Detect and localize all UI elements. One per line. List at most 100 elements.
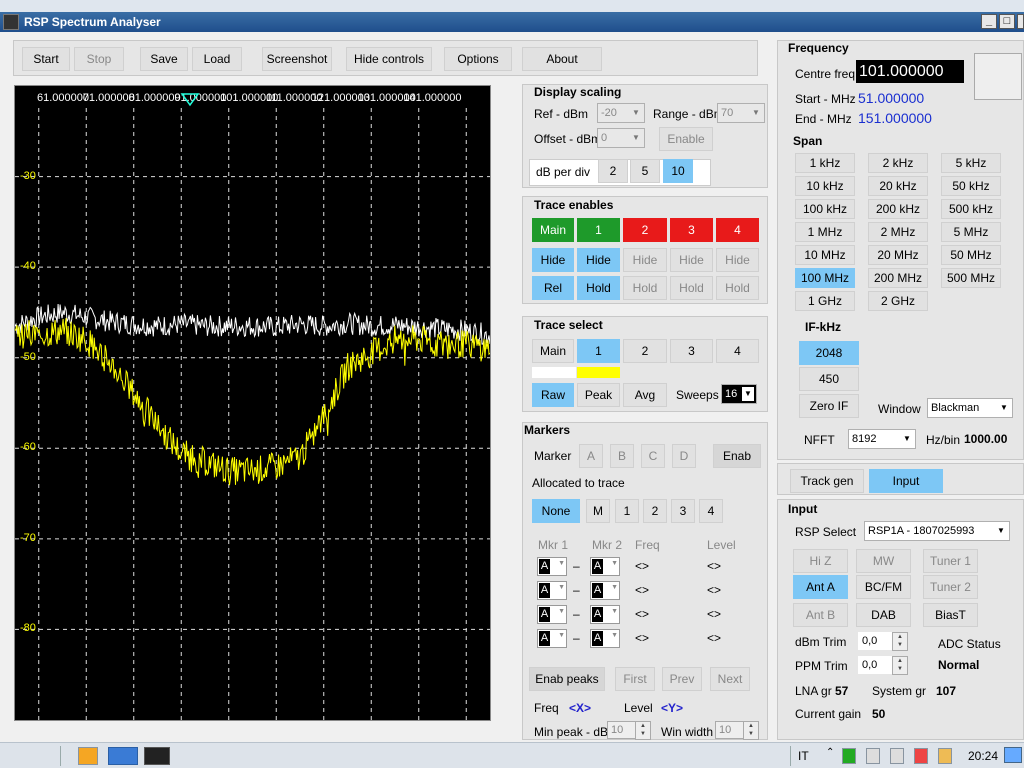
hide-2-button[interactable]: Hide — [623, 248, 667, 272]
span-button-200-khz[interactable]: 200 kHz — [868, 199, 928, 219]
mkr2-dropdown[interactable]: A ▼ — [590, 581, 620, 600]
hide-main-button[interactable]: Hide — [532, 248, 574, 272]
trace-select-4[interactable]: 4 — [716, 339, 759, 363]
hold-3-button[interactable]: Hold — [670, 276, 713, 300]
span-button-5-mhz[interactable]: 5 MHz — [941, 222, 1001, 242]
span-button-10-mhz[interactable]: 10 MHz — [795, 245, 855, 265]
dbdiv-5-button[interactable]: 5 — [630, 159, 660, 183]
marker-a-button[interactable]: A — [579, 444, 603, 468]
marker-d-button[interactable]: D — [672, 444, 696, 468]
span-button-200-mhz[interactable]: 200 MHz — [868, 268, 928, 288]
network-icon[interactable] — [866, 748, 880, 764]
avg-button[interactable]: Avg — [623, 383, 667, 407]
span-button-5-khz[interactable]: 5 kHz — [941, 153, 1001, 173]
start-button[interactable]: Start — [22, 47, 70, 71]
trace-enable-4[interactable]: 4 — [716, 218, 759, 242]
maximize-icon[interactable]: □ — [999, 14, 1015, 29]
power-icon[interactable] — [938, 748, 952, 764]
about-button[interactable]: About — [522, 47, 602, 71]
alloc-3-button[interactable]: 3 — [671, 499, 695, 523]
dab-button[interactable]: DAB — [856, 603, 911, 627]
mw-button[interactable]: MW — [856, 549, 911, 573]
close-icon[interactable] — [1017, 14, 1024, 29]
dbdiv-2-button[interactable]: 2 — [598, 159, 628, 183]
trace-select-1[interactable]: 1 — [577, 339, 620, 363]
zero-if-button[interactable]: Zero IF — [799, 394, 859, 418]
sweeps-dropdown[interactable]: 16 ▼ — [721, 384, 757, 404]
alloc-m-button[interactable]: M — [586, 499, 610, 523]
dbdiv-10-button[interactable]: 10 — [663, 159, 693, 183]
hiz-button[interactable]: Hi Z — [793, 549, 848, 573]
centre-freq-input[interactable]: 101.000000 — [856, 60, 964, 83]
load-button[interactable]: Load — [192, 47, 242, 71]
rsp-select-dropdown[interactable]: RSP1A - 1807025993 ▼ — [864, 521, 1010, 541]
dbm-trim-spinner[interactable]: ▲ ▼ — [892, 632, 908, 651]
next-button[interactable]: Next — [710, 667, 750, 691]
hide-3-button[interactable]: Hide — [670, 248, 713, 272]
span-button-100-khz[interactable]: 100 kHz — [795, 199, 855, 219]
mkr1-dropdown[interactable]: A ▼ — [537, 581, 567, 600]
min-peak-input[interactable]: 10 — [607, 721, 637, 739]
alloc-none-button[interactable]: None — [532, 499, 580, 523]
options-button[interactable]: Options — [444, 47, 512, 71]
offset-dropdown[interactable]: 0 ▼ — [597, 128, 645, 148]
min-peak-spinner[interactable]: ▲ ▼ — [635, 721, 651, 740]
hide-controls-button[interactable]: Hide controls — [346, 47, 432, 71]
minimize-icon[interactable]: _ — [981, 14, 997, 29]
show-desktop-icon[interactable] — [1004, 747, 1022, 763]
span-button-50-khz[interactable]: 50 kHz — [941, 176, 1001, 196]
span-button-2-ghz[interactable]: 2 GHz — [868, 291, 928, 311]
stop-button[interactable]: Stop — [74, 47, 124, 71]
trace-select-3[interactable]: 3 — [670, 339, 713, 363]
trace-select-2[interactable]: 2 — [623, 339, 667, 363]
hide-1-button[interactable]: Hide — [577, 248, 620, 272]
alloc-2-button[interactable]: 2 — [643, 499, 667, 523]
win-width-input[interactable]: 10 — [715, 721, 745, 739]
safe-remove-icon[interactable] — [842, 748, 856, 764]
media-player-icon[interactable] — [78, 747, 98, 765]
span-button-1-khz[interactable]: 1 kHz — [795, 153, 855, 173]
peak-button[interactable]: Peak — [577, 383, 620, 407]
span-button-10-khz[interactable]: 10 kHz — [795, 176, 855, 196]
spectrum-plot[interactable]: 61.000000 71.000000 81.000000 91.000000 101.… — [14, 85, 491, 721]
win-width-spinner[interactable]: ▲ ▼ — [743, 721, 759, 740]
if-450-button[interactable]: 450 — [799, 367, 859, 391]
trace-enable-2[interactable]: 2 — [623, 218, 667, 242]
ant-a-button[interactable]: Ant A — [793, 575, 848, 599]
alloc-4-button[interactable]: 4 — [699, 499, 723, 523]
trace-enable-1[interactable]: 1 — [577, 218, 620, 242]
span-button-50-mhz[interactable]: 50 MHz — [941, 245, 1001, 265]
if-2048-button[interactable]: 2048 — [799, 341, 859, 365]
enab-peaks-button[interactable]: Enab peaks — [529, 667, 605, 691]
marker-b-button[interactable]: B — [610, 444, 634, 468]
rel-button[interactable]: Rel — [532, 276, 574, 300]
span-button-1-ghz[interactable]: 1 GHz — [795, 291, 855, 311]
clock-time[interactable]: 20:24 — [968, 749, 998, 763]
mkr1-dropdown[interactable]: A ▼ — [537, 605, 567, 624]
prev-button[interactable]: Prev — [662, 667, 702, 691]
span-button-100-mhz[interactable]: 100 MHz — [795, 268, 855, 288]
alert-icon[interactable] — [914, 748, 928, 764]
ppm-trim-spinner[interactable]: ▲ ▼ — [892, 656, 908, 675]
hold-2-button[interactable]: Hold — [623, 276, 667, 300]
marker-c-button[interactable]: C — [641, 444, 665, 468]
ref-dropdown[interactable]: -20 ▼ — [597, 103, 645, 123]
mkr2-dropdown[interactable]: A ▼ — [590, 557, 620, 576]
trace-select-main[interactable]: Main — [532, 339, 574, 363]
trace-enable-main[interactable]: Main — [532, 218, 574, 242]
rsp-app-taskbar-icon[interactable] — [144, 747, 170, 765]
span-button-20-khz[interactable]: 20 kHz — [868, 176, 928, 196]
alloc-1-button[interactable]: 1 — [615, 499, 639, 523]
hide-4-button[interactable]: Hide — [716, 248, 759, 272]
mkr1-dropdown[interactable]: A ▼ — [537, 557, 567, 576]
enable-button[interactable]: Enable — [659, 127, 713, 151]
hold-4-button[interactable]: Hold — [716, 276, 759, 300]
tray-expand-icon[interactable]: ⌃ — [826, 747, 834, 758]
volume-icon[interactable] — [890, 748, 904, 764]
trace-enable-3[interactable]: 3 — [670, 218, 713, 242]
span-button-2-khz[interactable]: 2 kHz — [868, 153, 928, 173]
bcfm-button[interactable]: BC/FM — [856, 575, 911, 599]
mkr1-dropdown[interactable]: A ▼ — [537, 629, 567, 648]
biast-button[interactable]: BiasT — [923, 603, 978, 627]
span-button-1-mhz[interactable]: 1 MHz — [795, 222, 855, 242]
